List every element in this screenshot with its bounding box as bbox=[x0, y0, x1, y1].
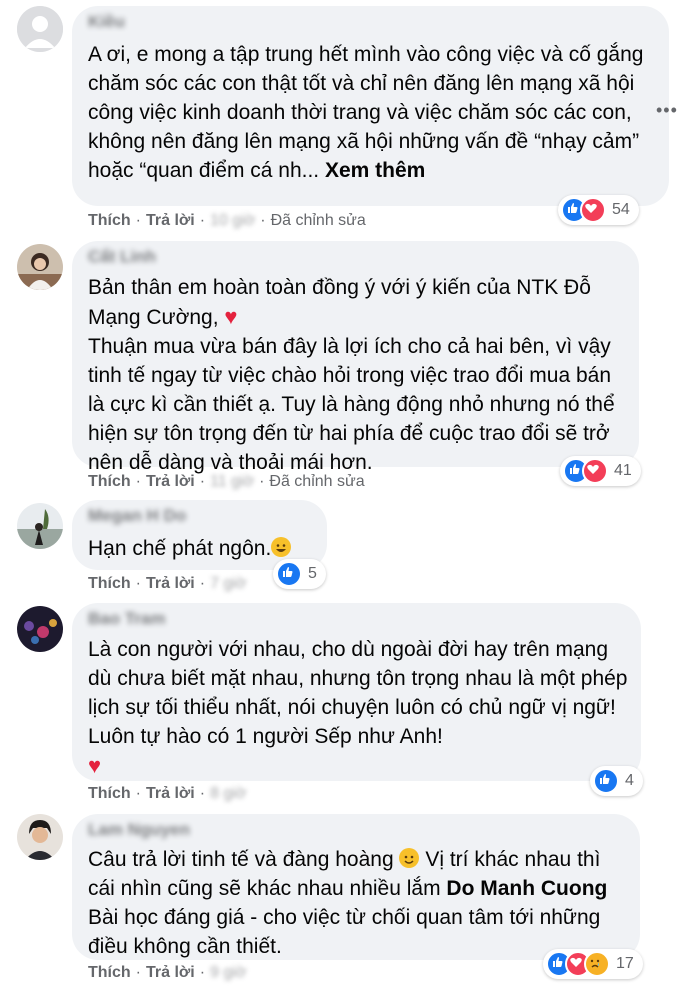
avatar[interactable] bbox=[17, 6, 63, 52]
comment-bubble: Lam Nguyen Câu trả lời tinh tế và đàng h… bbox=[72, 814, 640, 960]
comment-text: Hạn chế phát ngôn. bbox=[88, 534, 315, 563]
sad-reaction-icon bbox=[584, 951, 610, 977]
user-photo-icon bbox=[17, 814, 63, 860]
like-link[interactable]: Thích bbox=[88, 473, 131, 490]
user-photo-icon bbox=[17, 606, 63, 652]
reaction-count: 4 bbox=[625, 772, 634, 789]
like-link[interactable]: Thích bbox=[88, 212, 131, 229]
like-link[interactable]: Thích bbox=[88, 575, 131, 592]
reaction-count: 17 bbox=[616, 955, 634, 972]
avatar[interactable] bbox=[17, 814, 63, 860]
default-avatar-icon bbox=[17, 6, 63, 52]
reaction-count: 54 bbox=[612, 201, 630, 218]
timestamp[interactable]: 7 giờ bbox=[210, 575, 246, 592]
like-reaction-icon bbox=[276, 561, 302, 587]
avatar[interactable] bbox=[17, 244, 63, 290]
smiling-emoji bbox=[399, 848, 420, 868]
reply-link[interactable]: Trả lời bbox=[146, 575, 195, 592]
love-reaction-icon bbox=[580, 197, 606, 223]
reply-link[interactable]: Trả lời bbox=[146, 785, 195, 802]
reaction-count: 41 bbox=[614, 462, 632, 479]
avatar[interactable] bbox=[17, 503, 63, 549]
grinning-emoji bbox=[271, 537, 292, 557]
reaction-summary[interactable]: 54 bbox=[558, 195, 639, 225]
reaction-summary[interactable]: 41 bbox=[560, 456, 641, 486]
timestamp[interactable]: 9 giờ bbox=[210, 964, 246, 981]
reaction-summary[interactable]: 17 bbox=[543, 949, 643, 979]
comment-author[interactable]: Lam Nguyen bbox=[88, 820, 190, 840]
comment-bubble: Bao Tram Là con người với nhau, cho dù n… bbox=[72, 603, 641, 781]
comment-meta: Thích · Trả lời · 9 giờ bbox=[88, 964, 247, 981]
reply-link[interactable]: Trả lời bbox=[146, 212, 195, 229]
like-reaction-icon bbox=[593, 768, 619, 794]
comment-author[interactable]: Cẩt Linh bbox=[88, 247, 156, 267]
see-more-link[interactable]: Xem thêm bbox=[325, 159, 425, 182]
comment-meta: Thích · Trả lời · 10 giờ · Đã chỉnh sửa bbox=[88, 212, 366, 229]
comment-text: Bản thân em hoàn toàn đồng ý với ý kiến … bbox=[88, 276, 615, 474]
avatar[interactable] bbox=[17, 606, 63, 652]
reaction-count: 5 bbox=[308, 565, 317, 582]
user-photo-icon bbox=[17, 503, 63, 549]
comment-text: Câu trả lời tinh tế và đàng hoàng Vị trí… bbox=[88, 848, 614, 958]
comment-author[interactable]: Kiều bbox=[88, 12, 125, 32]
comment-author[interactable]: Bao Tram bbox=[88, 609, 165, 629]
user-photo-icon bbox=[17, 244, 63, 290]
comment-meta: Thích · Trả lời · 7 giờ bbox=[88, 575, 247, 592]
comment-bubble: Kiều A ơi, e mong a tập trung hết mình v… bbox=[72, 6, 669, 206]
reaction-summary[interactable]: 4 bbox=[590, 766, 643, 796]
reply-link[interactable]: Trả lời bbox=[146, 964, 195, 981]
like-link[interactable]: Thích bbox=[88, 785, 131, 802]
comment-meta: Thích · Trả lời · 11 giờ · Đã chỉnh sửa bbox=[88, 473, 365, 490]
comment-text: Là con người với nhau, cho dù ngoài đời … bbox=[88, 638, 634, 778]
timestamp[interactable]: 11 giờ bbox=[210, 473, 254, 490]
love-reaction-icon bbox=[582, 458, 608, 484]
like-link[interactable]: Thích bbox=[88, 964, 131, 981]
more-options-icon[interactable]: ••• bbox=[656, 100, 678, 121]
reply-link[interactable]: Trả lời bbox=[146, 473, 195, 490]
comment-bubble: Cẩt Linh Bản thân em hoàn toàn đồng ý vớ… bbox=[72, 241, 639, 474]
reaction-summary[interactable]: 5 bbox=[273, 559, 326, 589]
comment-author[interactable]: Megan H Do bbox=[88, 506, 186, 526]
heart-emoji: ♥ bbox=[88, 753, 102, 778]
comment-text: A ơi, e mong a tập trung hết mình vào cô… bbox=[88, 43, 650, 182]
mention-link[interactable]: Do Manh Cuong bbox=[446, 877, 607, 900]
timestamp[interactable]: 8 giờ bbox=[210, 785, 246, 802]
edited-label: Đã chỉnh sửa bbox=[269, 473, 365, 490]
edited-label: Đã chỉnh sửa bbox=[270, 212, 366, 229]
comment-meta: Thích · Trả lời · 8 giờ bbox=[88, 785, 247, 802]
timestamp[interactable]: 10 giờ bbox=[210, 212, 255, 229]
heart-emoji: ♥ bbox=[224, 304, 238, 329]
